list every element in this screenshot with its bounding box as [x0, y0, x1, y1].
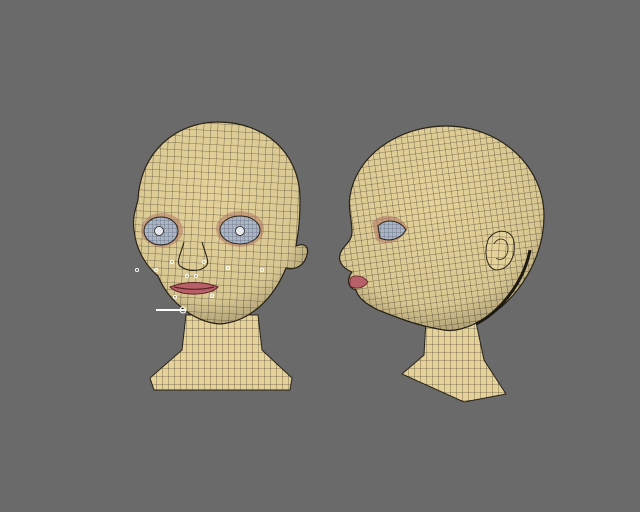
head-side-view[interactable] — [339, 125, 545, 403]
viewport-canvas[interactable] — [0, 0, 640, 512]
transform-handle[interactable] — [156, 306, 187, 314]
head-front-view[interactable] — [132, 121, 309, 391]
3d-viewport[interactable] — [0, 0, 640, 512]
front-left-pupil — [154, 226, 164, 236]
side-neck — [401, 319, 507, 403]
front-neck — [149, 314, 293, 391]
front-right-pupil — [235, 226, 245, 236]
